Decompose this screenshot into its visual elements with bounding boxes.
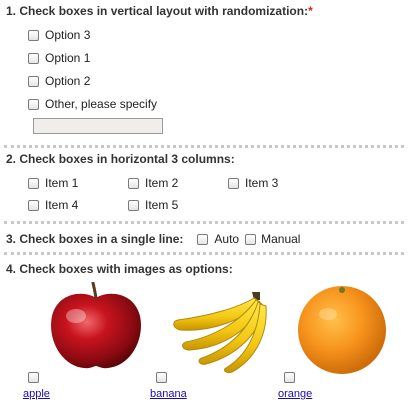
checkbox[interactable] (197, 233, 209, 245)
q1-option-1[interactable]: Option 1 (28, 51, 90, 65)
option-label: Option 2 (45, 74, 91, 88)
apple-checkbox[interactable] (28, 372, 39, 383)
option-label: Item 3 (245, 176, 279, 190)
orange-image (298, 286, 386, 374)
q2-item-2[interactable]: Item 2 (128, 176, 178, 190)
question-1-label: 1. Check boxes in vertical layout with r… (6, 4, 309, 18)
q2-item-3[interactable]: Item 3 (228, 176, 278, 190)
q1-option-other[interactable]: Other, please specify (28, 97, 157, 111)
section-divider (4, 145, 404, 148)
apple-link[interactable]: apple (23, 388, 50, 400)
checkbox[interactable] (28, 177, 39, 189)
q2-item-1[interactable]: Item 1 (28, 176, 78, 190)
banana-checkbox[interactable] (156, 372, 167, 383)
question-3-title: 3. Check boxes in a single line: (6, 232, 184, 246)
question-3-row: 3. Check boxes in a single line: Auto Ma… (6, 232, 306, 246)
other-specify-input[interactable] (33, 118, 163, 134)
checkbox[interactable] (28, 98, 39, 110)
checkbox[interactable] (28, 52, 39, 64)
option-label: Item 1 (45, 176, 79, 190)
checkbox[interactable] (228, 177, 239, 189)
option-label: Option 3 (45, 28, 91, 42)
option-label: Other, please specify (45, 97, 158, 111)
banana-image (173, 292, 267, 373)
checkbox[interactable] (128, 177, 139, 189)
option-label: Auto (214, 232, 240, 246)
orange-link[interactable]: orange (278, 388, 312, 400)
option-label: Item 2 (145, 176, 179, 190)
banana-link[interactable]: banana (150, 388, 187, 400)
question-4-title: 4. Check boxes with images as options: (6, 262, 233, 276)
option-label: Item 5 (145, 198, 179, 212)
checkbox[interactable] (128, 199, 139, 211)
q3-option-manual[interactable]: Manual (245, 232, 300, 246)
checkbox[interactable] (245, 233, 257, 245)
q2-item-4[interactable]: Item 4 (28, 198, 78, 212)
q1-option-3[interactable]: Option 3 (28, 28, 90, 42)
apple-image (51, 282, 141, 369)
section-divider (4, 221, 404, 224)
required-asterisk: * (308, 4, 313, 18)
orange-checkbox[interactable] (284, 372, 295, 383)
option-label: Option 1 (45, 51, 91, 65)
checkbox[interactable] (28, 29, 39, 41)
question-1-title: 1. Check boxes in vertical layout with r… (6, 4, 313, 18)
q1-option-2[interactable]: Option 2 (28, 74, 90, 88)
checkbox[interactable] (28, 75, 39, 87)
checkbox[interactable] (28, 199, 39, 211)
question-2-title: 2. Check boxes in horizontal 3 columns: (6, 152, 235, 166)
q3-option-auto[interactable]: Auto (197, 232, 239, 246)
section-divider (4, 252, 404, 255)
q2-item-5[interactable]: Item 5 (128, 198, 178, 212)
option-label: Manual (261, 232, 301, 246)
option-label: Item 4 (45, 198, 79, 212)
